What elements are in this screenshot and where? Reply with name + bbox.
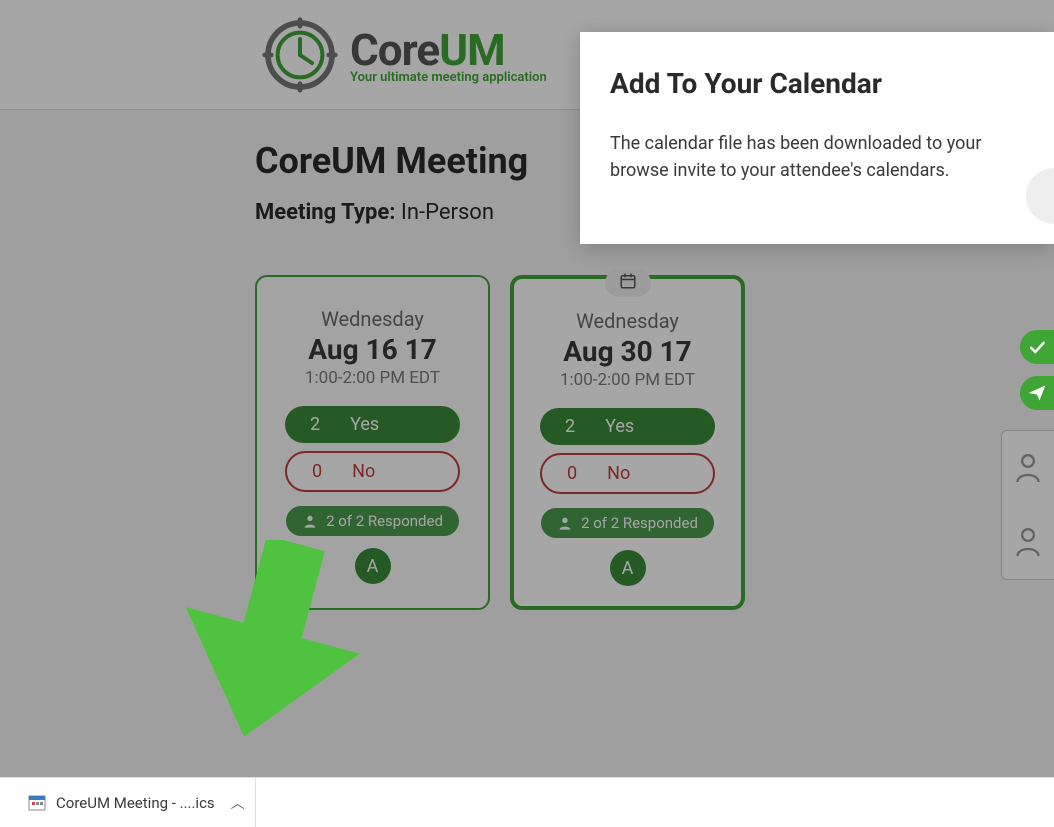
download-item[interactable]: CoreUM Meeting - ....ics ︿ (18, 778, 256, 827)
responded-pill: 2 of 2 Responded (541, 508, 714, 538)
arrow-down-icon (170, 540, 370, 750)
meeting-type-value: In-Person (401, 200, 494, 225)
logo: CoreUM Your ultimate meeting application (260, 15, 547, 95)
popup-button[interactable] (1026, 168, 1054, 224)
yes-vote-pill[interactable]: 2 Yes (285, 406, 460, 443)
responded-pill: 2 of 2 Responded (286, 506, 459, 536)
calendar-badge[interactable] (605, 269, 651, 297)
send-icon (1027, 383, 1047, 403)
popup-title: Add To Your Calendar (610, 67, 1024, 100)
tutorial-arrow (170, 540, 370, 754)
side-action-buttons (1020, 330, 1054, 410)
yes-count: 2 (565, 416, 575, 437)
attendee-panel (1001, 430, 1054, 580)
confirm-button[interactable] (1020, 330, 1054, 364)
send-button[interactable] (1020, 376, 1054, 410)
no-label: No (352, 461, 375, 482)
date-text: Aug 16 17 (272, 333, 473, 366)
clock-logo-icon (260, 15, 340, 95)
person-icon (557, 515, 573, 531)
avatar: A (610, 550, 646, 586)
date-text: Aug 30 17 (529, 335, 726, 368)
person-icon (302, 513, 318, 529)
chevron-up-icon[interactable]: ︿ (231, 793, 245, 813)
popup-body: The calendar file has been downloaded to… (610, 130, 1024, 184)
calendar-icon (619, 272, 637, 290)
person-icon (1014, 451, 1042, 485)
responded-text: 2 of 2 Responded (326, 512, 443, 530)
time-text: 1:00-2:00 PM EDT (529, 370, 726, 390)
no-vote-pill[interactable]: 0 No (285, 451, 460, 492)
logo-tagline: Your ultimate meeting application (350, 70, 547, 85)
download-filename: CoreUM Meeting - ....ics (56, 794, 215, 812)
no-count: 0 (312, 461, 322, 482)
yes-label: Yes (350, 414, 379, 435)
no-label: No (607, 463, 630, 484)
calendar-popup: Add To Your Calendar The calendar file h… (580, 32, 1054, 244)
ics-file-icon (28, 794, 46, 812)
logo-title: CoreUM (350, 24, 547, 76)
download-bar: CoreUM Meeting - ....ics ︿ (0, 777, 1054, 827)
check-icon (1027, 337, 1047, 357)
person-icon (1014, 525, 1042, 559)
day-name: Wednesday (529, 309, 726, 333)
yes-count: 2 (310, 414, 320, 435)
no-vote-pill[interactable]: 0 No (540, 453, 715, 494)
responded-text: 2 of 2 Responded (581, 514, 698, 532)
yes-vote-pill[interactable]: 2 Yes (540, 408, 715, 445)
date-card-selected[interactable]: Wednesday Aug 30 17 1:00-2:00 PM EDT 2 Y… (510, 275, 745, 610)
no-count: 0 (567, 463, 577, 484)
yes-label: Yes (605, 416, 634, 437)
meeting-type-label: Meeting Type: (255, 200, 395, 225)
date-cards-container: Wednesday Aug 16 17 1:00-2:00 PM EDT 2 Y… (255, 275, 1054, 610)
time-text: 1:00-2:00 PM EDT (272, 368, 473, 388)
day-name: Wednesday (272, 307, 473, 331)
